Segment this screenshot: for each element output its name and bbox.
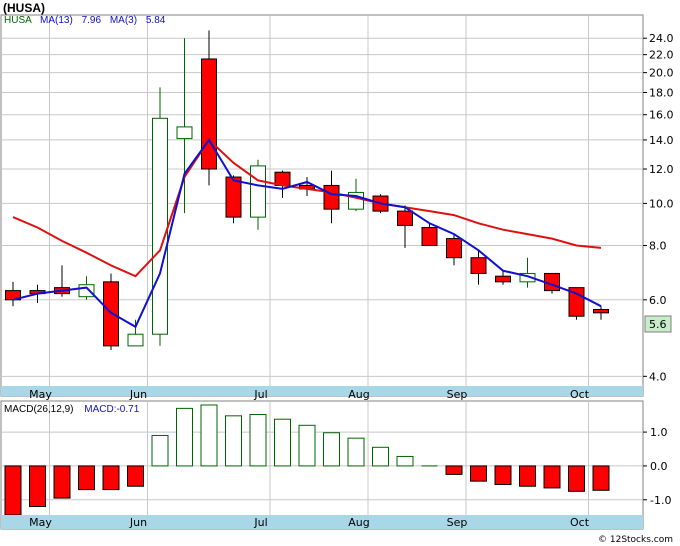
chart-title: (HUSA) [3, 1, 45, 15]
candle-up [176, 126, 193, 140]
macd-bar-negative [543, 465, 561, 489]
price-xtick-label: Jun [129, 388, 147, 401]
macd-bar-positive [372, 446, 389, 467]
price-ytick-label: 10.0 [649, 197, 674, 210]
candle-down [446, 238, 462, 259]
macd-xtick-label: May [29, 516, 52, 529]
price-ytick-label: 14.0 [649, 134, 674, 147]
macd-bar-negative [445, 465, 463, 475]
macd-xtick-label: Sep [447, 516, 468, 529]
price-xtick-label: Jul [253, 388, 267, 401]
price-ytick-label: 8.0 [649, 240, 667, 253]
price-ytick-label: 22.0 [649, 49, 674, 62]
price-ytick-label: 12.0 [649, 163, 674, 176]
macd-ytick-label: 1.0 [650, 426, 668, 439]
macd-bar-negative [470, 465, 487, 482]
price-xtick-label: Oct [570, 388, 590, 401]
price-xaxis-band [1, 386, 643, 396]
macd-bar-negative [102, 465, 120, 491]
candle-down [470, 257, 487, 274]
price-ytick-label: 24.0 [649, 32, 674, 45]
candle-down [397, 210, 413, 226]
price-xtick-label: May [29, 388, 52, 401]
macd-xtick-label: Jun [129, 516, 147, 529]
macd-bar-positive [347, 437, 365, 467]
macd-bar-negative [53, 465, 71, 499]
macd-yaxis: -1.0 0.0 1.0 [643, 426, 671, 507]
legend-ticker: HUSA [4, 15, 32, 26]
macd-bar-negative [78, 465, 95, 491]
price-xtick-label: Aug [348, 388, 369, 401]
macd-bar-positive [396, 455, 414, 467]
footer-credit: © 12Stocks.com [598, 535, 673, 545]
candle-up [250, 165, 266, 218]
macd-xtick-label: Jul [253, 516, 267, 529]
last-price-label: 5.6 [649, 318, 667, 331]
macd-ytick-label: 0.0 [650, 460, 668, 473]
legend-ma3-label: MA(3) [110, 15, 137, 26]
price-ytick-label: 4.0 [649, 370, 667, 383]
macd-bar-negative [127, 465, 144, 487]
candle-down [225, 176, 242, 218]
price-ytick-label: 16.0 [649, 109, 674, 122]
macd-bar-positive [151, 434, 169, 467]
macd-bar-negative [592, 465, 610, 491]
candle-down [593, 308, 609, 314]
macd-bar-positive [323, 432, 340, 467]
macd-bar-positive [249, 413, 267, 467]
macd-panel [0, 400, 644, 530]
candle-down [201, 58, 217, 170]
candle-down [421, 227, 438, 247]
macd-bar-negative [494, 465, 512, 486]
candle-up [78, 284, 95, 298]
macd-value: MACD:-0.71 [84, 404, 139, 415]
price-xtick-label: Sep [447, 388, 468, 401]
macd-xtick-label: Aug [348, 516, 369, 529]
macd-bar-positive [274, 418, 291, 467]
candle-up [152, 117, 168, 335]
candle-up [127, 333, 144, 347]
macd-bar-positive [298, 424, 316, 467]
macd-xtick-label: Oct [570, 516, 590, 529]
macd-legend: MACD(26,12,9) MACD:-0.71 [4, 404, 140, 415]
price-ytick-label: 6.0 [649, 294, 667, 307]
legend-ma13-label: MA(13) [40, 15, 73, 26]
macd-params: MACD(26,12,9) [4, 404, 73, 415]
macd-bar-positive [225, 415, 242, 467]
candle-down [323, 184, 340, 210]
candle-down [495, 275, 511, 283]
macd-bar-negative [568, 465, 585, 492]
stock-chart: May Jun Jul Aug Sep Oct 4.0 6.0 8.0 10.0 12.0 14.0… [0, 1, 674, 545]
macd-bar-positive [176, 407, 193, 467]
macd-bar-positive [200, 404, 218, 467]
legend-ma3-value: 5.84 [146, 15, 166, 26]
macd-bar-negative [4, 465, 22, 516]
price-ytick-label: 18.0 [649, 87, 674, 100]
price-ytick-label: 20.0 [649, 67, 674, 80]
macd-bar-negative [29, 465, 46, 508]
legend-ma13-value: 7.96 [82, 15, 102, 26]
macd-xaxis-band [1, 515, 643, 529]
macd-ytick-label: -1.0 [650, 494, 671, 507]
macd-bar-negative [519, 465, 536, 487]
